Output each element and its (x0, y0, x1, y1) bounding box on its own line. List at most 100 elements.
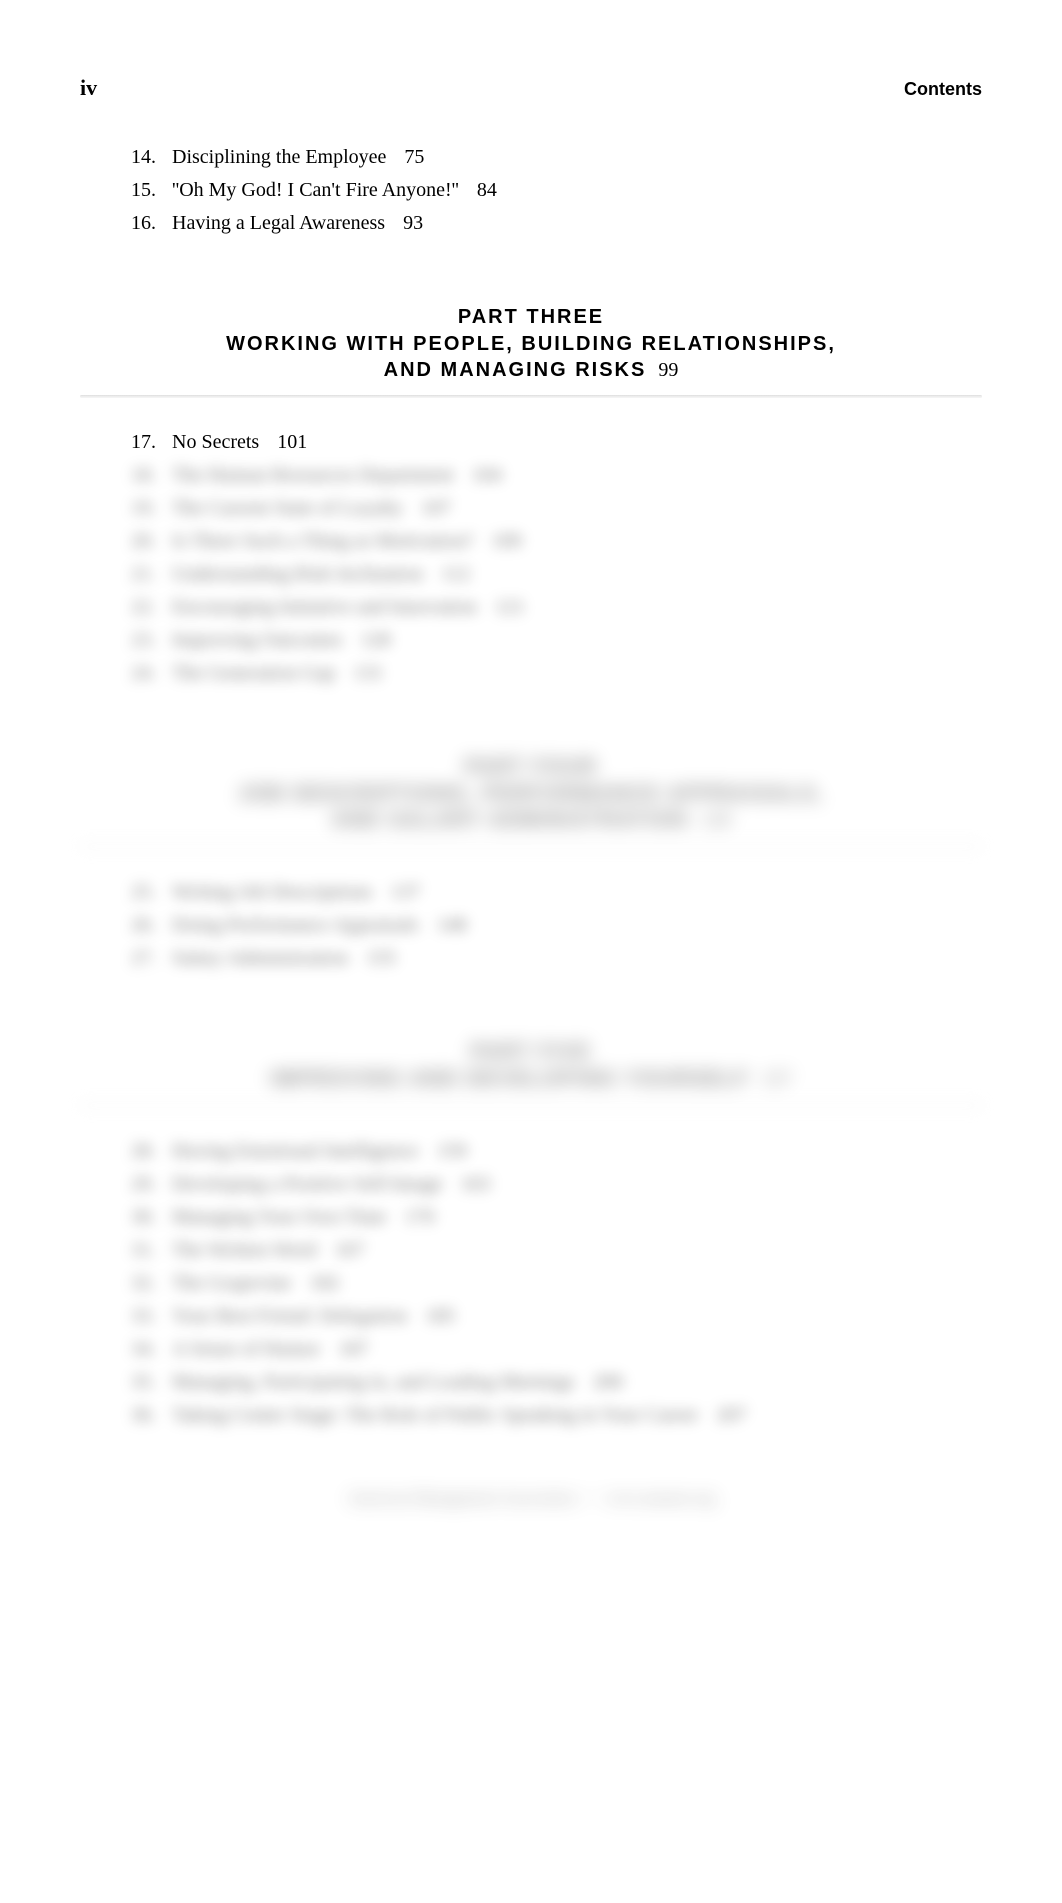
part-page: 157 (762, 1068, 792, 1090)
part-title-line: IMPROVING AND DEVELOPING YOURSELF157 (80, 1066, 982, 1092)
toc-entry-page: 187 (338, 1335, 368, 1364)
part-page: 99 (658, 359, 678, 381)
toc-entry-page: 104 (472, 461, 502, 490)
toc-entry-title: The Current State of Loyalty (172, 494, 421, 523)
toc-entry-page: 93 (403, 209, 423, 238)
toc-entry-title: The Human Resources Department (172, 461, 472, 490)
part-heading: PART THREEWORKING WITH PEOPLE, BUILDING … (80, 306, 982, 383)
toc-part-entries: 17.No Secrets101 18.The Human Resources D… (80, 428, 982, 688)
toc-entry: 35.Managing, Participating in, and Leadi… (126, 1368, 982, 1397)
toc-entry-title: Is There Such a Thing as Motivation? (172, 527, 491, 556)
toc-entry: 24.The Generation Gap131 (126, 659, 982, 688)
footer-publisher: American Management Association (347, 1490, 576, 1507)
toc-entry-number: 32. (126, 1269, 172, 1298)
part-title-line: JOB DESCRIPTIONS, PERFORMANCE APPRAISALS… (80, 781, 982, 807)
toc-entry-number: 16. (126, 209, 172, 238)
toc-entry: 21.Understanding Risk Inclination112 (126, 560, 982, 589)
toc-top-entries: 14.Disciplining the Employee75 15.''Oh My… (80, 143, 982, 238)
toc-entry: 18.The Human Resources Department104 (126, 461, 982, 490)
toc-entry-title: Encouraging Initiative and Innovation (172, 593, 495, 622)
divider (80, 1104, 982, 1107)
toc-entry: 28.Having Emotional Intelligence159 (126, 1137, 982, 1166)
toc-entry-title: The Grapevine (172, 1269, 309, 1298)
toc-entry: 26.Doing Performance Appraisals148 (126, 911, 982, 940)
toc-entry-page: 137 (390, 878, 420, 907)
toc-entry-page: 167 (335, 1236, 365, 1265)
toc-entry-page: 207 (716, 1401, 746, 1430)
toc-part-entries: 25.Writing Job Descriptions137 26.Doing P… (80, 878, 982, 973)
part-heading: PART FIVEIMPROVING AND DEVELOPING YOURSE… (80, 1041, 982, 1092)
toc-entry-title: Managing Your Own Time (172, 1203, 404, 1232)
toc-entry-number: 36. (126, 1401, 172, 1430)
toc-entry: 15.''Oh My God! I Can't Fire Anyone!''84 (126, 176, 982, 205)
toc-entry-title: Having a Legal Awareness (172, 209, 403, 238)
toc-entry-page: 131 (353, 659, 383, 688)
toc-entry-title: Taking Center Stage: The Role of Public … (172, 1401, 716, 1430)
part-title-line: AND SALARY ADMINISTRATION139 (80, 807, 982, 833)
toc-entry-title: Salary Administration (172, 944, 366, 973)
toc-entry: 17.No Secrets101 (126, 428, 982, 457)
toc-entry-title: The Written Word (172, 1236, 335, 1265)
toc-part-entries: 28.Having Emotional Intelligence159 29.De… (80, 1137, 982, 1430)
toc-entry-page: 109 (491, 527, 521, 556)
toc-entry-page: 185 (425, 1302, 455, 1331)
toc-entry-title: Doing Performance Appraisals (172, 911, 437, 940)
toc-entry: 29.Developing a Positive Self-Image163 (126, 1170, 982, 1199)
toc-entry-title: Managing, Participating in, and Leading … (172, 1368, 593, 1397)
toc-entry-title: Understanding Risk Inclination (172, 560, 441, 589)
toc-entry-page: 84 (477, 176, 497, 205)
header-row: iv Contents (80, 75, 982, 101)
toc-entry-page: 200 (593, 1368, 623, 1397)
toc-entry: 23.Improving Outcomes128 (126, 626, 982, 655)
toc-entry-number: 15. (126, 176, 172, 205)
toc-entry-title: No Secrets (172, 428, 277, 457)
toc-entry-number: 31. (126, 1236, 172, 1265)
toc-entry: 14.Disciplining the Employee75 (126, 143, 982, 172)
part-page: 139 (700, 809, 730, 831)
parts-container: PART THREEWORKING WITH PEOPLE, BUILDING … (80, 306, 982, 1430)
toc-entry: 19.The Current State of Loyalty107 (126, 494, 982, 523)
toc-entry: 30.Managing Your Own Time170 (126, 1203, 982, 1232)
toc-entry-page: 182 (309, 1269, 339, 1298)
toc-entry-number: 14. (126, 143, 172, 172)
part-title-line: WORKING WITH PEOPLE, BUILDING RELATIONSH… (80, 331, 982, 357)
toc-entry-number: 27. (126, 944, 172, 973)
toc-entry-page: 107 (421, 494, 451, 523)
page-container: iv Contents 14.Disciplining the Employee… (0, 0, 1062, 1568)
toc-entry-title: The Generation Gap (172, 659, 353, 688)
toc-entry-page: 121 (495, 593, 525, 622)
toc-entry-number: 21. (126, 560, 172, 589)
contents-label: Contents (904, 79, 982, 100)
toc-entry-page: 75 (404, 143, 424, 172)
toc-entry-number: 23. (126, 626, 172, 655)
part-heading: PART FOURJOB DESCRIPTIONS, PERFORMANCE A… (80, 756, 982, 833)
part-label: PART FOUR (80, 756, 982, 779)
footer-line: American Management Association • www.am… (80, 1490, 982, 1508)
toc-entry-number: 19. (126, 494, 172, 523)
divider (80, 845, 982, 848)
part-title-line: AND MANAGING RISKS99 (80, 357, 982, 383)
page-roman-numeral: iv (80, 75, 97, 101)
toc-entry: 22.Encouraging Initiative and Innovation… (126, 593, 982, 622)
toc-entry-page: 128 (361, 626, 391, 655)
footer-url: www.amanet.org (606, 1490, 715, 1507)
toc-entry-title: Having Emotional Intelligence (172, 1137, 437, 1166)
divider (80, 395, 982, 398)
toc-entry: 32.The Grapevine182 (126, 1269, 982, 1298)
toc-entry: 25.Writing Job Descriptions137 (126, 878, 982, 907)
toc-entry: 33.Your Best Friend: Delegation185 (126, 1302, 982, 1331)
toc-entry-number: 30. (126, 1203, 172, 1232)
toc-entry-number: 34. (126, 1335, 172, 1364)
toc-entry-number: 35. (126, 1368, 172, 1397)
toc-entry-title: Developing a Positive Self-Image (172, 1170, 461, 1199)
toc-entry-number: 17. (126, 428, 172, 457)
toc-entry-number: 18. (126, 461, 172, 490)
toc-entry-title: Disciplining the Employee (172, 143, 404, 172)
toc-entry-page: 101 (277, 428, 307, 457)
part-label: PART FIVE (80, 1041, 982, 1064)
toc-entry-number: 25. (126, 878, 172, 907)
toc-entry-number: 29. (126, 1170, 172, 1199)
footer-separator: • (580, 1490, 606, 1507)
toc-entry-page: 112 (441, 560, 470, 589)
toc-entry-number: 24. (126, 659, 172, 688)
